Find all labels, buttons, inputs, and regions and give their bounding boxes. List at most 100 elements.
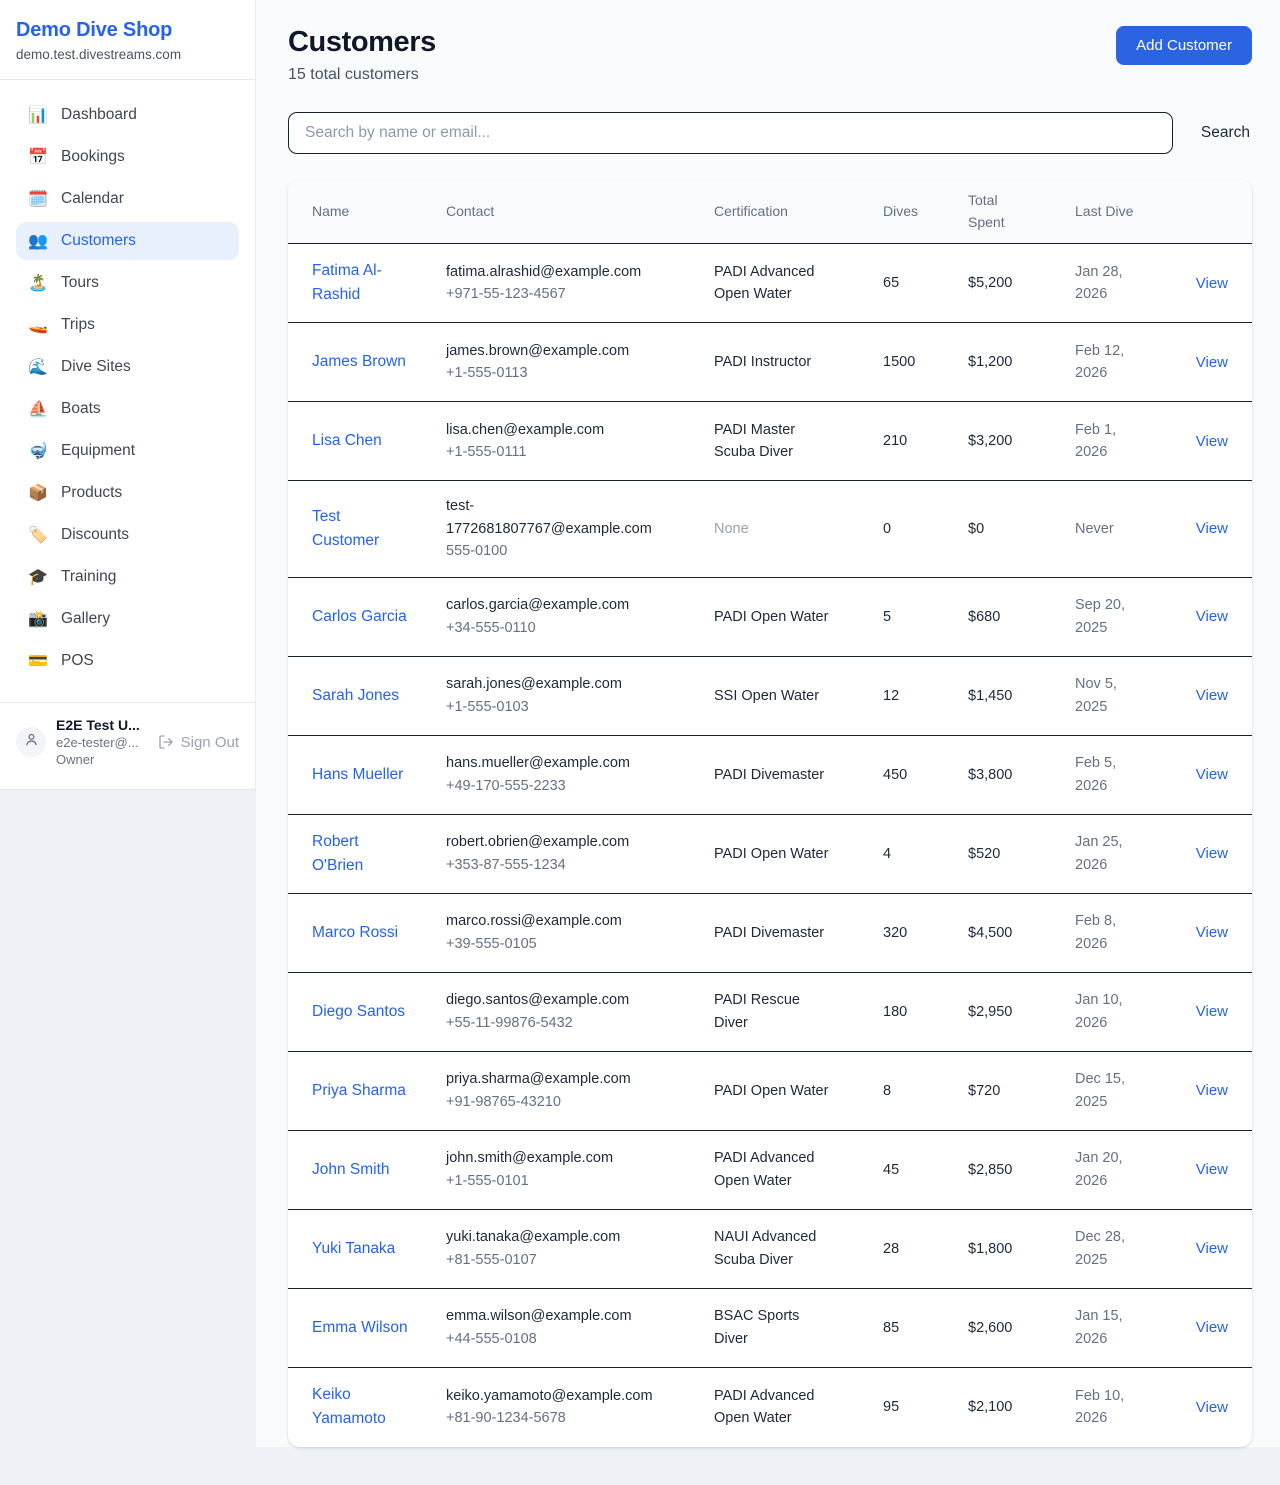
sidebar-item-equipment[interactable]: 🤿 Equipment (16, 432, 239, 470)
contact-cell: hans.mueller@example.com +49-170-555-223… (446, 752, 714, 797)
last-dive-cell: Nov 5, 2025 (1075, 673, 1181, 718)
customer-name-link[interactable]: Lisa Chen (312, 429, 446, 453)
customer-email: fatima.alrashid@example.com (446, 261, 674, 283)
customer-name-link[interactable]: Hans Mueller (312, 763, 446, 787)
last-dive-cell: Jan 10, 2026 (1075, 989, 1181, 1034)
customer-name-link[interactable]: Emma Wilson (312, 1316, 446, 1340)
table-row: Sarah Jones sarah.jones@example.com +1-5… (288, 657, 1252, 736)
total-spent-cell: $1,800 (968, 1238, 1075, 1260)
last-dive-cell: Feb 12, 2026 (1075, 340, 1181, 385)
certification-cell: PADI Divemaster (714, 764, 883, 786)
page-title: Customers (288, 26, 436, 59)
view-link[interactable]: View (1196, 520, 1228, 537)
total-customers-count: 15 total customers (288, 66, 436, 84)
last-dive-cell: Feb 8, 2026 (1075, 910, 1181, 955)
contact-cell: yuki.tanaka@example.com +81-555-0107 (446, 1226, 714, 1271)
total-spent-cell: $1,200 (968, 351, 1075, 373)
table-row: Fatima Al-Rashid fatima.alrashid@example… (288, 244, 1252, 323)
customer-name-link[interactable]: Sarah Jones (312, 684, 446, 708)
total-spent-cell: $2,950 (968, 1001, 1075, 1023)
customer-phone: +1-555-0101 (446, 1170, 674, 1192)
total-spent-cell: $3,800 (968, 764, 1075, 786)
table-row: Hans Mueller hans.mueller@example.com +4… (288, 736, 1252, 815)
dives-cell: 65 (883, 272, 968, 294)
customer-name-link[interactable]: Marco Rossi (312, 921, 446, 945)
view-link[interactable]: View (1196, 1399, 1228, 1416)
last-dive-cell: Feb 5, 2026 (1075, 752, 1181, 797)
sidebar-item-boats[interactable]: ⛵ Boats (16, 390, 239, 428)
customer-name-link[interactable]: Keiko Yamamoto (312, 1383, 446, 1431)
sidebar-item-dive-sites[interactable]: 🌊 Dive Sites (16, 348, 239, 386)
total-spent-cell: $2,100 (968, 1396, 1075, 1418)
last-dive-cell: Dec 15, 2025 (1075, 1068, 1181, 1113)
dives-cell: 8 (883, 1080, 968, 1102)
sidebar-item-trips[interactable]: 🚤 Trips (16, 306, 239, 344)
search-button[interactable]: Search (1199, 120, 1252, 146)
view-link[interactable]: View (1196, 433, 1228, 450)
customer-name-link[interactable]: Carlos Garcia (312, 605, 446, 629)
total-spent-cell: $2,850 (968, 1159, 1075, 1181)
sidebar-item-customers[interactable]: 👥 Customers (16, 222, 239, 260)
camera-icon: 📸 (28, 609, 48, 629)
view-link[interactable]: View (1196, 1082, 1228, 1099)
search-input[interactable] (288, 112, 1173, 154)
sidebar-item-products[interactable]: 📦 Products (16, 474, 239, 512)
column-header-last-dive: Last Dive (1075, 201, 1181, 223)
view-link[interactable]: View (1196, 924, 1228, 941)
dives-cell: 4 (883, 843, 968, 865)
view-link[interactable]: View (1196, 845, 1228, 862)
sidebar-item-calendar[interactable]: 🗓️ Calendar (16, 180, 239, 218)
last-dive-cell: Feb 10, 2026 (1075, 1385, 1181, 1430)
view-link[interactable]: View (1196, 1161, 1228, 1178)
customer-name-link[interactable]: Diego Santos (312, 1000, 446, 1024)
view-link[interactable]: View (1196, 1319, 1228, 1336)
user-email: e2e-tester@... (56, 735, 148, 750)
sidebar-item-gallery[interactable]: 📸 Gallery (16, 600, 239, 638)
title-block: Customers 15 total customers (288, 26, 436, 84)
view-link[interactable]: View (1196, 766, 1228, 783)
sign-out-button[interactable]: Sign Out (158, 734, 239, 751)
user-info: E2E Test U... e2e-tester@... Owner (56, 717, 148, 767)
customer-name-link[interactable]: James Brown (312, 350, 446, 374)
sidebar-item-tours[interactable]: 🏝️ Tours (16, 264, 239, 302)
table-row: Priya Sharma priya.sharma@example.com +9… (288, 1052, 1252, 1131)
sidebar-nav: 📊 Dashboard 📅 Bookings 🗓️ Calendar 👥 Cus… (0, 80, 255, 690)
customer-name-link[interactable]: Yuki Tanaka (312, 1237, 446, 1261)
customer-email: keiko.yamamoto@example.com (446, 1385, 674, 1407)
sidebar-item-bookings[interactable]: 📅 Bookings (16, 138, 239, 176)
view-link[interactable]: View (1196, 275, 1228, 292)
contact-cell: lisa.chen@example.com +1-555-0111 (446, 419, 714, 464)
certification-cell: PADI Advanced Open Water (714, 1385, 883, 1430)
calendar-date-icon: 📅 (28, 147, 48, 167)
customer-phone: +81-90-1234-5678 (446, 1407, 674, 1429)
customer-name-link[interactable]: Priya Sharma (312, 1079, 446, 1103)
view-link[interactable]: View (1196, 1003, 1228, 1020)
customers-table-card: Name Contact Certification Dives Total S… (288, 180, 1252, 1447)
customer-phone: +44-555-0108 (446, 1328, 674, 1350)
sidebar-item-dashboard[interactable]: 📊 Dashboard (16, 96, 239, 134)
customer-name-link[interactable]: Test Customer (312, 505, 446, 553)
brand-block: Demo Dive Shop demo.test.divestreams.com (0, 0, 255, 80)
sidebar-item-training[interactable]: 🎓 Training (16, 558, 239, 596)
sidebar-item-discounts[interactable]: 🏷️ Discounts (16, 516, 239, 554)
customer-phone: +1-555-0111 (446, 441, 674, 463)
package-icon: 📦 (28, 483, 48, 503)
customer-email: yuki.tanaka@example.com (446, 1226, 674, 1248)
view-link[interactable]: View (1196, 1240, 1228, 1257)
view-link[interactable]: View (1196, 354, 1228, 371)
customer-name-link[interactable]: John Smith (312, 1158, 446, 1182)
table-row: John Smith john.smith@example.com +1-555… (288, 1131, 1252, 1210)
view-link[interactable]: View (1196, 608, 1228, 625)
customer-name-link[interactable]: Fatima Al-Rashid (312, 259, 446, 307)
customer-name-link[interactable]: Robert O'Brien (312, 830, 446, 878)
customer-email: james.brown@example.com (446, 340, 674, 362)
last-dive-cell: Jan 15, 2026 (1075, 1305, 1181, 1350)
sidebar-item-pos[interactable]: 💳 POS (16, 642, 239, 680)
view-link[interactable]: View (1196, 687, 1228, 704)
contact-cell: james.brown@example.com +1-555-0113 (446, 340, 714, 385)
last-dive-cell: Sep 20, 2025 (1075, 594, 1181, 639)
add-customer-button[interactable]: Add Customer (1116, 26, 1252, 65)
table-row: Emma Wilson emma.wilson@example.com +44-… (288, 1289, 1252, 1368)
person-icon (23, 731, 40, 753)
bar-chart-icon: 📊 (28, 105, 48, 125)
